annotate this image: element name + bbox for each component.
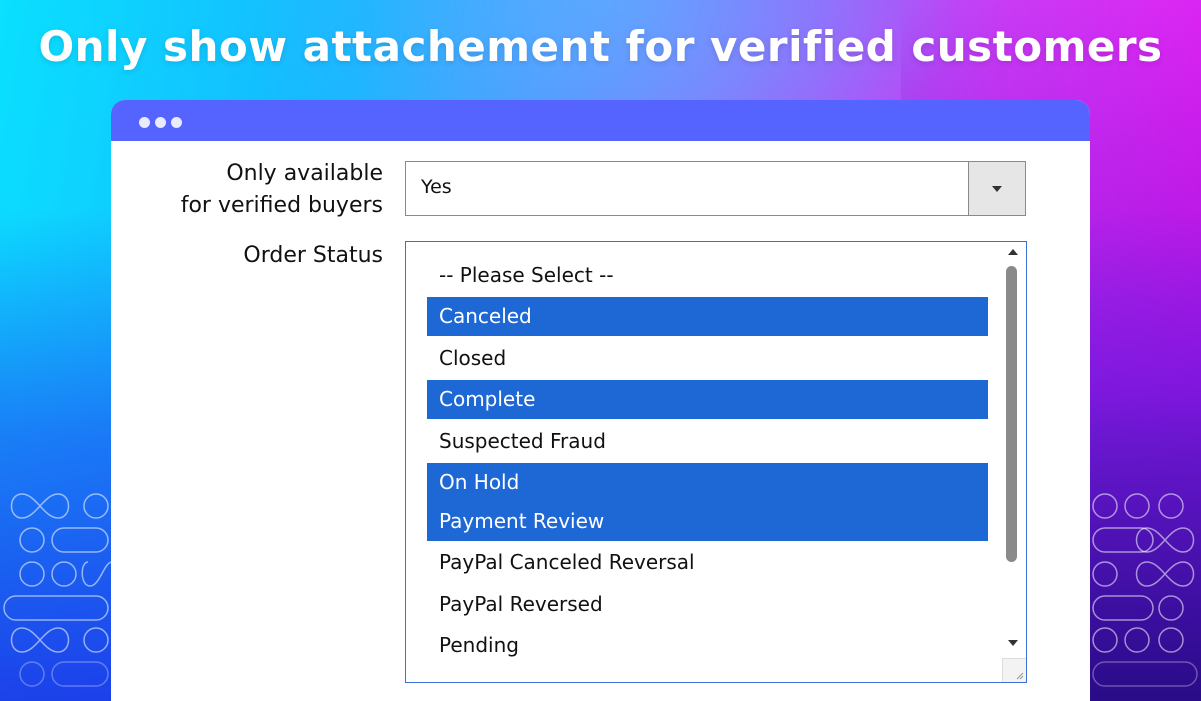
verified-label-line2: for verified buyers [180, 193, 383, 218]
verified-label-line1: Only available [226, 161, 383, 186]
decorative-pattern-right [1092, 493, 1198, 687]
option-list: -- Please Select -- Canceled Closed Complet… [427, 256, 988, 668]
page-headline: Only show attachement for verified custo… [38, 22, 1163, 71]
chevron-down-icon [992, 186, 1002, 192]
browser-window: Only available for verified buyers Yes O… [111, 100, 1090, 701]
order-status-option[interactable]: Pending [427, 626, 988, 665]
order-status-option[interactable]: Canceled [427, 297, 988, 337]
order-status-option[interactable]: PayPal Canceled Reversal [427, 543, 988, 582]
window-titlebar [111, 100, 1090, 141]
order-status-option[interactable]: Suspected Fraud [427, 422, 988, 461]
three-dots-icon [139, 117, 182, 128]
dot [171, 117, 182, 128]
verified-buyers-label: Only available for verified buyers [181, 158, 383, 222]
order-status-option[interactable]: Complete [427, 380, 988, 420]
order-status-label: Order Status [243, 243, 383, 268]
scroll-up-arrow-icon[interactable] [1008, 249, 1018, 255]
verified-buyers-select[interactable]: Yes [405, 161, 1026, 216]
select-dropdown-button[interactable] [968, 162, 1025, 215]
dot [139, 117, 150, 128]
scrollbar-thumb[interactable] [1006, 266, 1017, 562]
order-status-option[interactable]: Closed [427, 339, 988, 378]
order-status-option[interactable]: -- Please Select -- [427, 256, 988, 295]
order-status-option[interactable]: PayPal Reversed [427, 585, 988, 624]
select-value: Yes [421, 176, 452, 198]
scrollbar[interactable] [1001, 242, 1026, 682]
resize-grip-icon[interactable] [1002, 658, 1026, 682]
decorative-pattern-left [3, 493, 112, 687]
dot [155, 117, 166, 128]
order-status-option[interactable]: On Hold [427, 462, 988, 502]
order-status-option[interactable]: Payment Review [427, 501, 988, 541]
order-status-multiselect[interactable]: -- Please Select -- Canceled Closed Complet… [405, 241, 1027, 683]
scroll-down-arrow-icon[interactable] [1008, 640, 1018, 646]
